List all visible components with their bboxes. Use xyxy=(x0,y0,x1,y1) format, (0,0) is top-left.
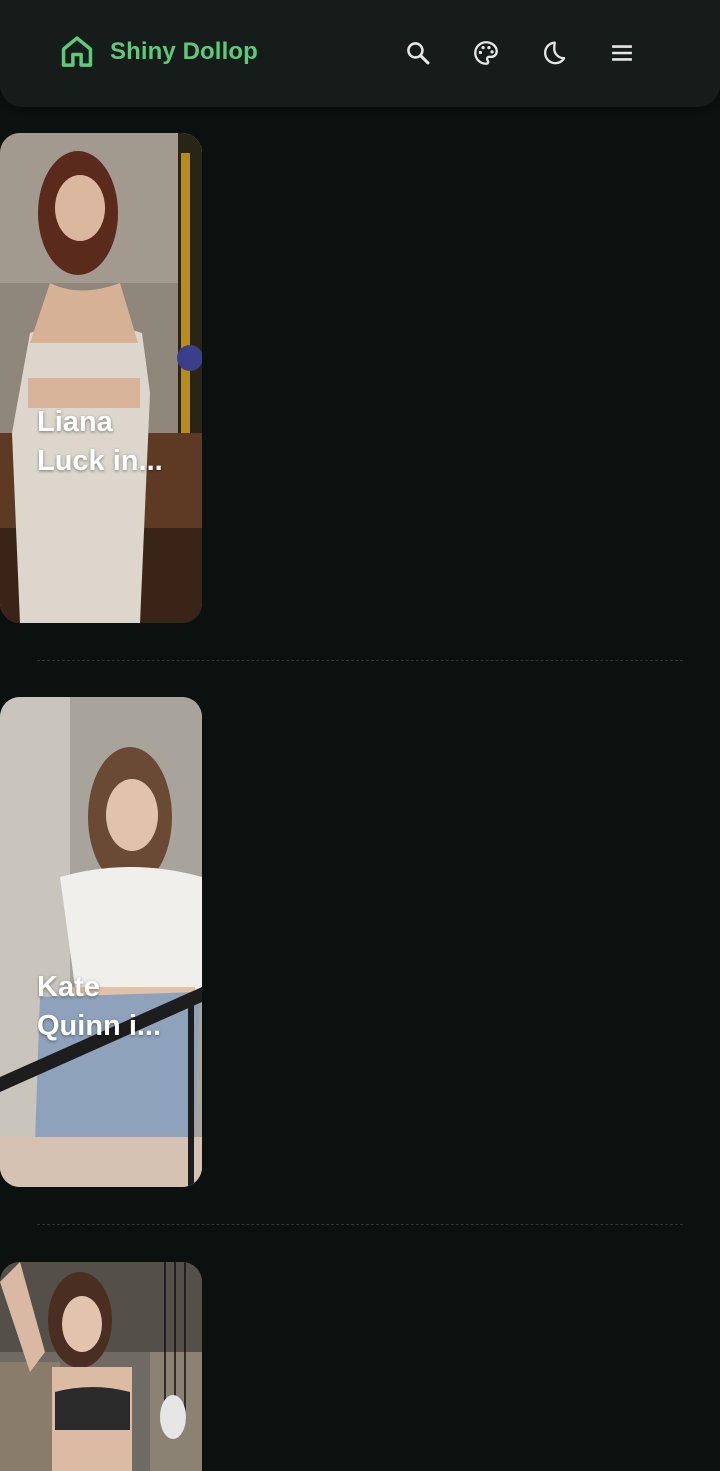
search-icon xyxy=(407,42,430,65)
home-icon xyxy=(61,36,93,67)
card-photo xyxy=(0,133,202,623)
menu-icon xyxy=(612,45,632,61)
feed-divider xyxy=(37,660,683,661)
card-caption-line-1: Liana xyxy=(37,406,113,438)
search-button[interactable] xyxy=(398,33,438,73)
feed-divider xyxy=(37,1224,683,1225)
card-caption-line-1: Kate xyxy=(37,971,100,1003)
card-caption-line-2: Luck in... xyxy=(37,445,163,477)
brand-home-link[interactable]: Shiny Dollop xyxy=(58,32,258,72)
app-header: Shiny Dollop xyxy=(0,0,720,107)
menu-button[interactable] xyxy=(602,33,642,73)
card-caption-line-2: Quinn i... xyxy=(37,1010,162,1042)
card-caption: Liana Luck in... xyxy=(37,403,177,481)
card-photo xyxy=(0,1262,202,1471)
app-title: Shiny Dollop xyxy=(110,38,258,65)
dark-mode-toggle[interactable] xyxy=(534,33,574,73)
card-caption: Kate Quinn i... xyxy=(37,968,177,1046)
feed-card[interactable] xyxy=(0,1262,202,1471)
moon-icon xyxy=(543,41,566,65)
page: Shiny Dollop Liana Luck in... Kate Quinn… xyxy=(0,0,720,1471)
palette-icon xyxy=(474,41,498,65)
theme-button[interactable] xyxy=(466,33,506,73)
feed-card[interactable]: Kate Quinn i... xyxy=(0,697,202,1187)
card-photo xyxy=(0,697,202,1187)
feed-card[interactable]: Liana Luck in... xyxy=(0,133,202,623)
